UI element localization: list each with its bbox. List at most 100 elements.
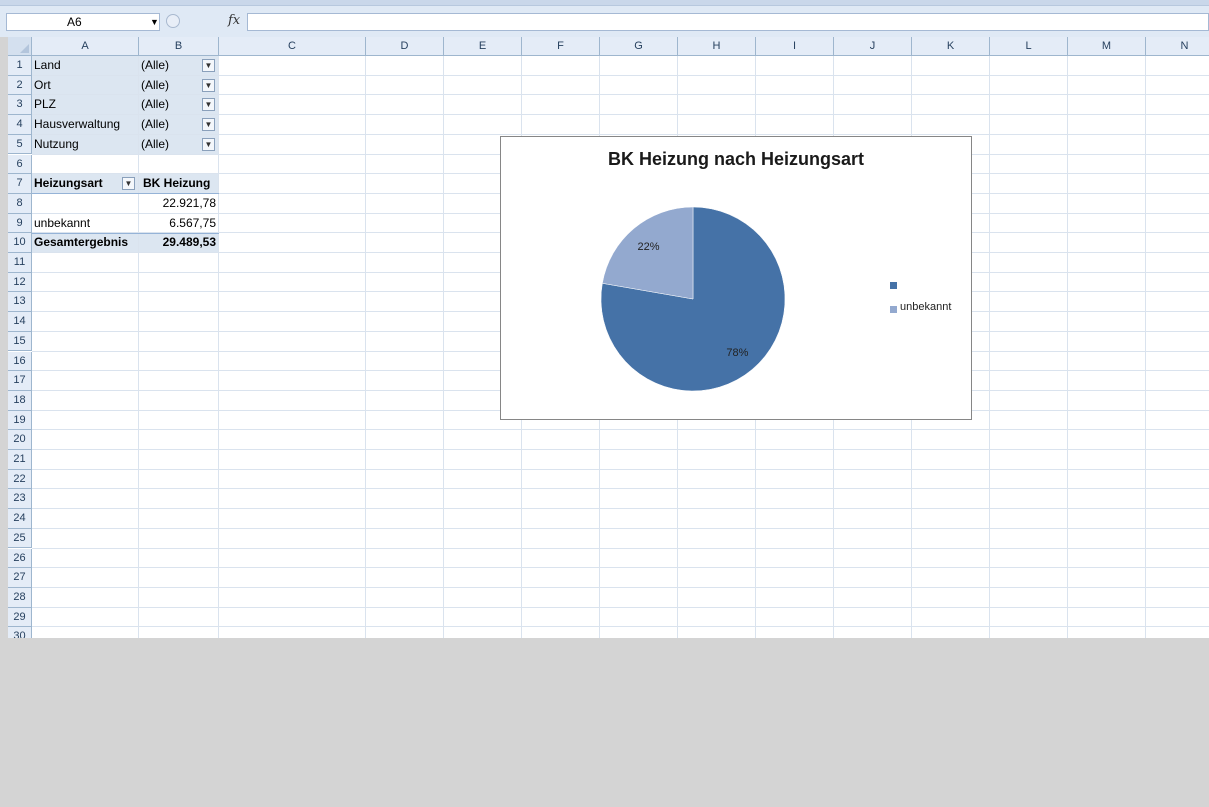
row-header-8[interactable]: 8 [8,193,32,214]
row-header-11[interactable]: 11 [8,253,32,273]
legend-entry[interactable]: unbekannt [900,301,951,313]
pivot-row-value[interactable]: 6.567,75 [139,214,216,233]
filter-dropdown-button[interactable]: ▼ [202,118,215,132]
column-header-e[interactable]: E [444,37,522,56]
row-header-4[interactable]: 4 [8,115,32,135]
filter-label[interactable]: Nutzung [34,135,79,154]
row-header-16[interactable]: 16 [8,351,32,372]
pie-chart[interactable]: BK Heizung nach Heizungsart 78% 22% unbekan… [500,136,972,420]
column-header-l[interactable]: L [990,37,1068,56]
filter-label[interactable]: Ort [34,76,51,95]
formula-bar: A6 ▼ fx [0,0,1209,37]
column-header-g[interactable]: G [600,37,678,56]
column-gridline [443,56,444,638]
column-gridline [989,56,990,638]
row-gridline [32,94,1209,96]
filter-value[interactable]: (Alle) [141,135,169,154]
column-header-f[interactable]: F [522,37,600,56]
row-header-21[interactable]: 21 [8,450,32,470]
row-gridline [32,488,1209,490]
row-header-26[interactable]: 26 [8,548,32,569]
select-all-corner[interactable] [8,37,32,56]
row-gridline [32,527,1209,529]
filter-value[interactable]: (Alle) [141,95,169,114]
row-header-15[interactable]: 15 [8,331,32,352]
row-header-10[interactable]: 10 [8,233,32,253]
filter-dropdown-button[interactable]: ▼ [202,98,215,112]
row-header-7[interactable]: 7 [8,174,32,194]
row-header-23[interactable]: 23 [8,489,32,510]
column-header-d[interactable]: D [366,37,444,56]
ribbon-edge [0,0,1209,6]
row-gridline [32,114,1209,116]
row-header-30[interactable]: 30 [8,627,32,638]
column-header-j[interactable]: J [834,37,912,56]
pivot-total-value[interactable]: 29.489,53 [139,233,216,252]
filter-dropdown-button[interactable]: ▼ [202,78,215,92]
row-header-1[interactable]: 1 [8,56,32,76]
formula-bar-resize-icon[interactable] [166,14,180,28]
column-header-n[interactable]: N [1146,37,1209,56]
filter-value[interactable]: (Alle) [141,115,169,134]
pivot-row-filter-button[interactable]: ▼ [122,177,135,191]
row-gridline [32,133,1209,135]
filter-dropdown-button[interactable]: ▼ [202,137,215,151]
row-gridline [32,468,1209,470]
row-header-2[interactable]: 2 [8,75,32,96]
formula-input[interactable] [247,13,1209,31]
column-header-h[interactable]: H [678,37,756,56]
filter-label[interactable]: PLZ [34,95,56,114]
name-box[interactable]: A6 ▼ [6,13,160,31]
column-header-b[interactable]: B [139,37,219,56]
filter-label[interactable]: Hausverwaltung [34,115,120,134]
row-header-18[interactable]: 18 [8,390,32,411]
row-header-27[interactable]: 27 [8,568,32,588]
row-header-25[interactable]: 25 [8,528,32,549]
pie-data-label: 78% [726,347,748,359]
row-gridline [32,449,1209,450]
row-gridline [32,508,1209,510]
column-gridline [1067,56,1068,638]
column-gridline [1145,56,1146,638]
column-header-k[interactable]: K [912,37,990,56]
row-header-3[interactable]: 3 [8,95,32,116]
filter-value[interactable]: (Alle) [141,76,169,95]
row-gridline [32,429,1209,431]
row-gridline [32,606,1209,608]
row-header-14[interactable]: 14 [8,312,32,332]
row-header-28[interactable]: 28 [8,587,32,608]
filter-dropdown-button[interactable]: ▼ [202,59,215,72]
row-header-17[interactable]: 17 [8,371,32,391]
row-header-6[interactable]: 6 [8,154,32,175]
row-header-22[interactable]: 22 [8,469,32,490]
column-header-i[interactable]: I [756,37,834,56]
filter-label[interactable]: Land [34,56,61,75]
spreadsheet-grid[interactable]: A B C D E F G H I J K L M N 1 2 3 4 5 6 7 8 9 10 11 12 13 14 15 16 17 1… [8,37,1209,638]
row-header-29[interactable]: 29 [8,607,32,628]
column-header-m[interactable]: M [1068,37,1146,56]
row-header-20[interactable]: 20 [8,430,32,450]
column-header-a[interactable]: A [32,37,139,56]
legend-swatch [890,306,897,313]
pivot-row-label[interactable]: unbekannt [34,214,90,233]
row-gridline [32,547,1209,549]
name-box-value: A6 [67,15,82,29]
filter-value[interactable]: (Alle) [141,56,169,75]
pivot-row-header[interactable]: Heizungsart [34,174,103,193]
column-header-c[interactable]: C [219,37,366,56]
row-header-19[interactable]: 19 [8,410,32,431]
pivot-total-label[interactable]: Gesamtergebnis [34,233,128,252]
row-header-24[interactable]: 24 [8,509,32,529]
row-gridline [32,74,1209,76]
row-header-9[interactable]: 9 [8,213,32,234]
pivot-value-header[interactable]: BK Heizung [143,174,210,193]
insert-function-icon[interactable]: fx [228,13,240,28]
name-box-dropdown-icon[interactable]: ▼ [150,14,159,30]
pivot-row-value[interactable]: 22.921,78 [139,194,216,213]
column-gridline [138,56,139,638]
column-gridline [365,56,366,638]
row-header-12[interactable]: 12 [8,272,32,293]
row-header-13[interactable]: 13 [8,292,32,313]
pie-plot: 78% 22% [600,206,786,392]
row-header-5[interactable]: 5 [8,134,32,155]
